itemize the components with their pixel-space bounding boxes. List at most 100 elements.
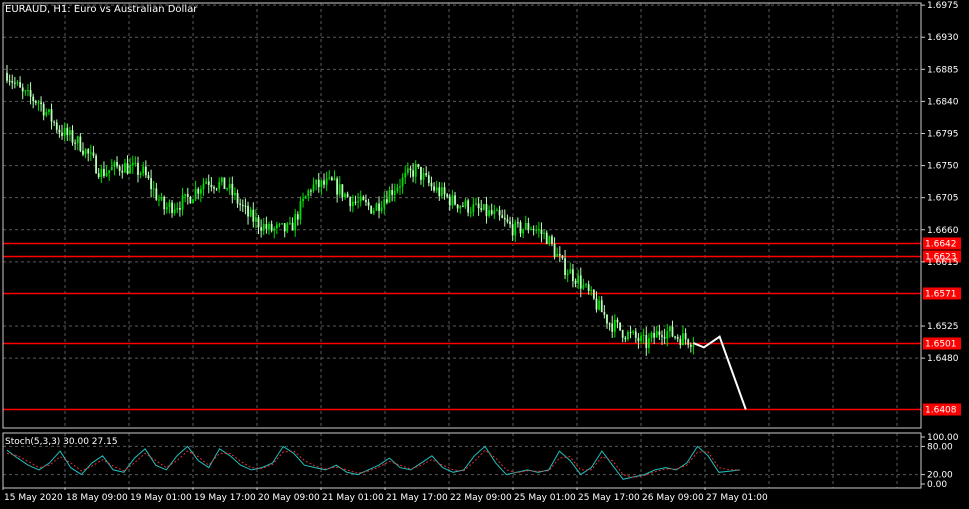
- candle-body: [582, 284, 585, 289]
- candle-body: [160, 196, 163, 200]
- candle-body: [682, 333, 684, 345]
- candle-body: [663, 336, 666, 339]
- time-tick-label: 25 May 17:00: [578, 493, 640, 503]
- candle-body: [501, 215, 504, 218]
- candle-body: [414, 164, 417, 177]
- candle-body: [404, 173, 407, 178]
- candle-body: [34, 101, 37, 103]
- candle-body: [517, 222, 519, 224]
- candle-body: [249, 209, 252, 217]
- candle-body: [223, 177, 226, 189]
- candle-body: [48, 109, 50, 112]
- candle-body: [498, 210, 501, 216]
- chart-title: EURAUD, H1: Euro vs Australian Dollar: [5, 4, 198, 15]
- candle-body: [328, 177, 331, 179]
- candle-body: [137, 162, 139, 175]
- candle-body: [100, 168, 103, 177]
- candle-body: [236, 192, 239, 204]
- candle-body: [551, 236, 553, 244]
- candle-body: [61, 132, 63, 136]
- candle-body: [493, 210, 496, 215]
- candle-body: [572, 269, 574, 281]
- candle-body: [427, 175, 430, 184]
- candle-body: [425, 173, 428, 176]
- candle-body: [66, 127, 69, 136]
- candle-body: [92, 152, 95, 156]
- price-tick-label: 1.6840: [927, 97, 959, 107]
- candle-body: [564, 258, 566, 276]
- candle-body: [653, 332, 656, 338]
- candle-body: [11, 80, 14, 83]
- candle-body: [268, 223, 270, 229]
- candle-body: [443, 187, 446, 195]
- time-tick-label: 20 May 09:00: [258, 493, 320, 503]
- candle-body: [661, 335, 663, 337]
- candle-body: [142, 166, 145, 174]
- candle-body: [199, 189, 202, 194]
- chart-window[interactable]: 1.66421.66231.65711.65011.6408 1.69751.6…: [0, 0, 969, 509]
- candle-body: [74, 142, 77, 144]
- time-tick-label: 18 May 09:00: [66, 493, 128, 503]
- candle-body: [323, 180, 325, 185]
- candle-body: [482, 204, 485, 210]
- candle-body: [634, 331, 637, 338]
- candle-body: [129, 165, 132, 174]
- candle-body: [150, 178, 152, 190]
- candle-body: [155, 188, 158, 200]
- candle-body: [595, 298, 598, 310]
- candle-body: [289, 222, 291, 224]
- candle-body: [281, 223, 283, 225]
- candle-body: [613, 319, 616, 332]
- candle-body: [648, 338, 650, 348]
- candle-body: [503, 217, 506, 220]
- candle-body: [435, 187, 438, 191]
- candle-body: [391, 190, 394, 195]
- candle-body: [642, 335, 645, 337]
- candle-body: [202, 183, 205, 190]
- candle-body: [587, 284, 590, 291]
- candle-body: [346, 193, 349, 198]
- candle-body: [412, 170, 414, 177]
- candle-body: [247, 205, 249, 217]
- stoch-tick-label: 80.00: [927, 442, 953, 452]
- candle-body: [220, 177, 223, 183]
- candle-body: [420, 166, 422, 180]
- time-tick-label: 26 May 09:00: [642, 493, 704, 503]
- candle-body: [393, 190, 396, 195]
- candle-body: [666, 331, 669, 339]
- candle-body: [27, 90, 29, 92]
- candle-body: [530, 229, 532, 231]
- time-tick-label: 19 May 01:00: [130, 493, 192, 503]
- price-tick-label: 1.6615: [927, 258, 959, 268]
- candle-body: [577, 275, 580, 284]
- candle-body: [144, 166, 147, 176]
- candle-body: [430, 183, 433, 187]
- candle-body: [598, 300, 601, 310]
- candle-body: [383, 199, 386, 208]
- candle-body: [307, 190, 310, 197]
- candle-body: [527, 222, 530, 230]
- candle-body: [228, 183, 231, 189]
- price-tick-label: 1.6930: [927, 33, 959, 43]
- candle-body: [569, 269, 572, 274]
- time-tick-label: 25 May 01:00: [514, 493, 576, 503]
- candle-body: [692, 345, 695, 347]
- stoch-title: Stoch(5,3,3) 30.00 27.15: [5, 437, 118, 447]
- candle-body: [540, 229, 543, 234]
- candle-body: [357, 201, 359, 203]
- candle-body: [359, 196, 362, 202]
- candle-body: [619, 322, 621, 331]
- candle-body: [213, 187, 215, 189]
- candle-body: [454, 195, 456, 205]
- candle-body: [270, 223, 273, 231]
- candle-body: [126, 163, 129, 174]
- candle-body: [317, 179, 320, 188]
- candle-body: [338, 184, 341, 195]
- candle-body: [32, 96, 35, 102]
- candle-body: [234, 192, 236, 196]
- candle-body: [171, 202, 173, 214]
- candle-body: [108, 170, 111, 173]
- candle-body: [401, 177, 404, 187]
- candle-body: [63, 127, 66, 136]
- price-tick-label: 1.6525: [927, 322, 959, 332]
